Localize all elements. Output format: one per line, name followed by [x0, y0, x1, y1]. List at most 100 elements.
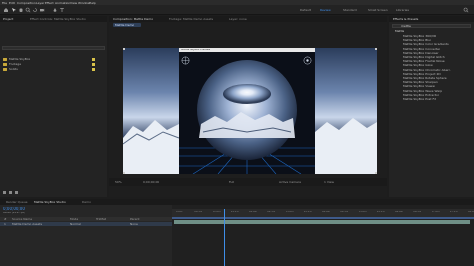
ruler-tick-label: 03:15f [303, 211, 312, 213]
tab-composition[interactable]: Composition: Mettle Demo [113, 17, 153, 21]
table-row[interactable]: 1 Mettle Demo Assets Normal None [0, 222, 172, 226]
camera-view-select[interactable]: Active Camera [279, 181, 301, 184]
workspace-libraries[interactable]: Libraries [396, 8, 409, 12]
col-mode: Mode [70, 217, 79, 221]
effects-presets-panel: Effects & Presets mettle Mettle Mettle S… [389, 16, 474, 197]
zoom-tool-icon[interactable] [25, 7, 31, 13]
ruler-tick-label: 04:00f [322, 211, 331, 213]
resolution-select[interactable]: Full [229, 181, 234, 184]
tab-project[interactable]: Project [3, 17, 13, 21]
timeline-fps: 00000 (29.97 fps) [3, 212, 26, 214]
list-item[interactable]: Mettle SkyBox Blur [403, 39, 431, 42]
ruler-tick-label: 05:15f [376, 211, 385, 213]
effects-search-input[interactable]: mettle [392, 24, 471, 28]
tab-timeline-demo[interactable]: Demo [82, 200, 91, 204]
list-item[interactable]: Mettle SkyBox Color Gradients [403, 43, 449, 46]
search-help-icon[interactable] [463, 7, 469, 13]
pen-tool-icon[interactable] [52, 7, 58, 13]
workspace-standard[interactable]: Standard [343, 8, 357, 12]
type-tool-icon[interactable] [59, 7, 65, 13]
list-item[interactable]: Mettle SkyBox Wave Warp [403, 90, 442, 93]
effects-tabbar: Effects & Presets [389, 16, 474, 22]
col-source-name: Source Name [12, 217, 33, 221]
comp-view-controls: 50% 0;00;00;00 Full Active Camera 1 View [109, 178, 387, 186]
ruler-tick-label: 07:15f [449, 211, 458, 213]
layer-number: 1 [4, 222, 6, 226]
playhead[interactable] [224, 209, 225, 266]
list-item[interactable]: Mettle SkyBox Digital Glitch [403, 56, 445, 59]
new-comp-icon[interactable] [9, 191, 12, 194]
layer-parent-select[interactable]: None [130, 223, 138, 226]
home-icon[interactable] [3, 7, 9, 13]
col-parent: Parent [130, 217, 140, 221]
label-color-swatch [92, 63, 95, 66]
work-area-bar[interactable] [172, 217, 474, 219]
comp-breadcrumb-label: Mettle Demo [115, 23, 135, 27]
tab-effect-controls[interactable]: Effect Controls: Mettle SkyBox Studio [30, 17, 86, 21]
list-item[interactable]: Mettle SkyBox Extractor [403, 94, 439, 97]
list-item[interactable]: Mettle SkyBox 360/VR [403, 35, 436, 38]
list-item-name: Solids [9, 68, 18, 71]
list-item[interactable]: Mettle SkyBox Fractal Noise [403, 60, 445, 63]
sphere-orbit-icon[interactable] [303, 56, 312, 65]
comp-time-display[interactable]: 0;00;00;00 [143, 181, 159, 184]
project-panel: Project Effect Controls: Mettle SkyBox S… [0, 16, 107, 197]
list-item[interactable]: Mettle SkyBox Viewer [403, 85, 435, 88]
list-item[interactable]: Mettle SkyBox Converter [403, 48, 440, 51]
list-item[interactable]: Mettle SkyBox Sharpen [403, 81, 438, 84]
comp-breadcrumb[interactable]: Mettle Demo [113, 23, 141, 27]
project-tabbar: Project Effect Controls: Mettle SkyBox S… [0, 16, 107, 22]
workspace-default[interactable]: Default [300, 8, 311, 12]
new-folder-icon[interactable] [3, 191, 6, 194]
time-ruler[interactable]: 0:00f 00:15f 01:00f 01:15f 02:00f 02:15f 03:00… [172, 209, 474, 217]
ruler-tick-label: 05:00f [358, 211, 367, 213]
label-color-swatch [92, 68, 95, 71]
list-item[interactable]: Solids [2, 68, 104, 72]
label-color-swatch [92, 58, 95, 61]
list-item-name: Footage [9, 63, 22, 66]
project-search-input[interactable] [2, 46, 105, 50]
col-number: # [4, 217, 7, 221]
tab-render-queue[interactable]: Render Queue [6, 200, 28, 204]
tab-timeline-comp[interactable]: Mettle SkyBox Studio [34, 200, 66, 204]
comp-viewer[interactable]: Mettle SkyBox Preview [122, 48, 377, 175]
rotate-tool-icon[interactable] [32, 7, 38, 13]
tab-effects-presets[interactable]: Effects & Presets [393, 17, 418, 21]
ruler-tick-label: 0:00f [176, 211, 183, 213]
timeline-timecode[interactable]: 0;00;00;00 [3, 207, 25, 211]
selection-tool-icon[interactable] [11, 7, 17, 13]
camera-tool-icon[interactable] [39, 7, 45, 13]
effects-search-value: mettle [401, 25, 411, 29]
ruler-tick-label: 02:00f [249, 211, 258, 213]
ruler-tick-label: 07:00f [431, 211, 440, 213]
zoom-select[interactable]: 50% [115, 181, 122, 184]
tab-footage[interactable]: Footage: Mettle Demo Assets [169, 17, 213, 21]
list-item-name: Mettle SkyBox [9, 58, 31, 61]
hand-tool-icon[interactable] [18, 7, 24, 13]
workspace-review[interactable]: Review [320, 8, 331, 12]
ruler-tick-label: 08:00f [468, 211, 474, 213]
view-layout-select[interactable]: 1 View [324, 181, 334, 184]
workspace-small-screen[interactable]: Small Screen [368, 8, 388, 12]
tab-layer[interactable]: Layer: none [229, 17, 247, 21]
trash-icon[interactable] [15, 191, 18, 194]
list-item[interactable]: Mettle SkyBox Project 2D [403, 73, 441, 76]
sphere-navigate-icon[interactable] [181, 56, 190, 65]
list-item[interactable]: Mettle SkyBox Denoiser [403, 52, 439, 55]
layer-mode-select[interactable]: Normal [70, 223, 81, 226]
ruler-tick-label: 03:00f [285, 211, 294, 213]
layer-name: Mettle Demo Assets [12, 222, 43, 226]
folder-icon [3, 68, 7, 71]
sphere-preview[interactable] [197, 60, 297, 160]
effects-category[interactable]: Mettle [395, 30, 404, 33]
layer-duration-bar[interactable] [174, 220, 470, 224]
list-item[interactable]: Mettle SkyBox Glow [403, 64, 433, 67]
folder-icon [3, 58, 7, 61]
preview-popup-title: Mettle SkyBox Preview [181, 48, 211, 51]
list-item[interactable]: Mettle SkyBox Post FX [403, 98, 436, 101]
list-item[interactable]: Mettle SkyBox Chromatic Aberr. [403, 69, 451, 72]
list-item[interactable]: Footage [2, 63, 104, 67]
list-item[interactable]: Mettle SkyBox [2, 58, 104, 62]
toolbar: Default Review Standard Small Screen Lib… [0, 5, 474, 15]
list-item[interactable]: Mettle SkyBox Rotate Sphere [403, 77, 447, 80]
